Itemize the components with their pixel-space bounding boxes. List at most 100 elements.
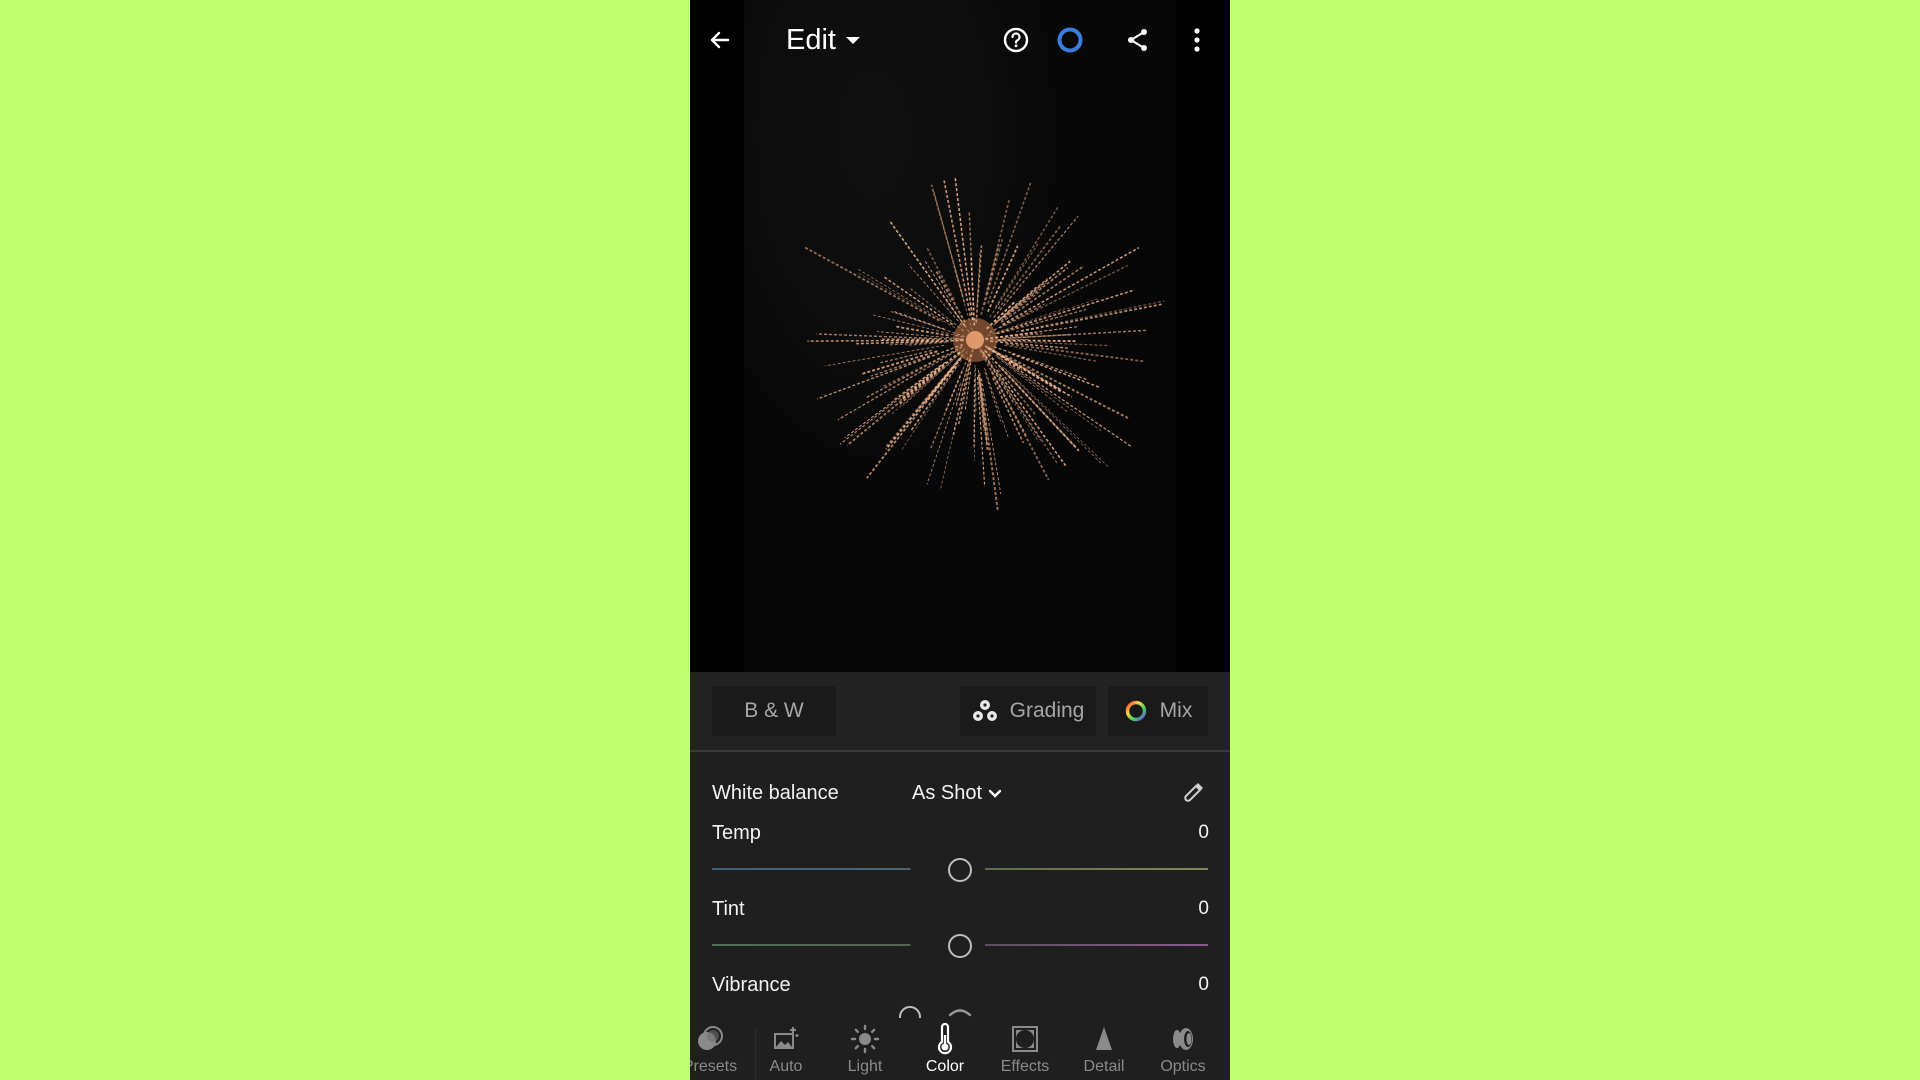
firework-spark — [983, 237, 1004, 305]
firework-spark — [839, 363, 945, 445]
firework-spark — [1003, 329, 1148, 340]
tab-effects[interactable]: Effects — [990, 1018, 1060, 1080]
tab-effects-label: Effects — [1000, 1058, 1050, 1075]
firework-spark — [943, 180, 972, 316]
eyedropper-icon — [1184, 783, 1203, 802]
back-button[interactable] — [700, 20, 740, 60]
color-mix-wheel-icon — [1125, 700, 1146, 722]
firework-spark — [908, 264, 962, 326]
help-icon — [1003, 27, 1029, 53]
tab-color-label: Color — [925, 1058, 965, 1075]
vibrance-value: 0 — [1198, 974, 1209, 995]
vibrance-slider-thumb[interactable] — [899, 1006, 921, 1018]
sync-status-icon — [1057, 27, 1083, 53]
bw-label: B & W — [744, 699, 804, 722]
share-icon — [1128, 29, 1147, 51]
tint-slider-thumb[interactable] — [948, 934, 972, 958]
temp-slider[interactable] — [712, 854, 1208, 884]
firework-spark — [900, 351, 961, 401]
tab-auto[interactable]: Auto — [751, 1018, 821, 1080]
firework-spark — [1003, 267, 1069, 319]
firework-spark — [1015, 300, 1165, 332]
white-balance-eyedropper-button[interactable] — [1178, 776, 1210, 808]
photo-image — [744, 0, 1176, 672]
firework-spark — [909, 287, 965, 332]
firework-spark — [1003, 285, 1039, 316]
tab-presets[interactable]: Presets — [690, 1018, 745, 1080]
firework-spark — [954, 176, 974, 321]
mix-button[interactable]: Mix — [1108, 686, 1208, 736]
firework-spark — [846, 368, 941, 446]
firework-spark — [935, 271, 966, 323]
firework-spark — [926, 383, 961, 485]
firework-spark — [984, 368, 1009, 439]
grading-label: Grading — [1009, 699, 1085, 722]
white-balance-dropdown[interactable]: As Shot — [912, 782, 1002, 805]
firework-spark — [884, 358, 960, 449]
chevron-down-icon — [988, 789, 1002, 798]
firework-spark — [999, 265, 1129, 329]
tint-label: Tint — [712, 898, 745, 920]
firework-spark — [975, 245, 983, 323]
tab-optics-label: Optics — [1160, 1058, 1206, 1075]
grading-button[interactable]: Grading — [960, 686, 1096, 736]
presets-icon — [698, 1026, 723, 1050]
panel-expand-handle[interactable] — [946, 1004, 974, 1018]
firework-spark — [803, 246, 941, 322]
vibrance-label: Vibrance — [712, 974, 791, 996]
sync-status-button[interactable] — [1050, 20, 1090, 60]
auto-icon — [774, 1027, 799, 1049]
firework-spark — [883, 276, 954, 326]
tab-auto-label: Auto — [769, 1058, 803, 1075]
chevron-up-icon — [948, 1009, 972, 1017]
firework-spark — [1004, 354, 1130, 420]
more-vertical-icon — [1194, 28, 1200, 52]
firework-spark — [870, 355, 930, 377]
detail-triangle-icon — [1096, 1027, 1112, 1050]
firework-spark — [1001, 246, 1140, 326]
photo-canvas[interactable] — [690, 0, 1230, 672]
firework-spark — [994, 207, 1059, 308]
firework-spark — [987, 245, 1019, 313]
firework-spark — [870, 313, 964, 338]
tab-detail[interactable]: Detail — [1069, 1018, 1139, 1080]
tab-light[interactable]: Light — [830, 1018, 900, 1080]
firework-spark — [995, 354, 1049, 395]
white-balance-label: White balance — [712, 782, 839, 804]
optics-lens-icon — [1173, 1028, 1193, 1050]
bw-button[interactable]: B & W — [712, 686, 836, 736]
firework-spark — [860, 350, 938, 376]
light-sun-icon — [850, 1024, 880, 1054]
firework-image — [803, 176, 1165, 512]
firework-spark — [910, 365, 958, 431]
temp-value: 0 — [1198, 822, 1209, 843]
firework-spark — [844, 361, 946, 439]
firework-spark — [968, 212, 975, 311]
mix-label: Mix — [1159, 699, 1193, 722]
more-options-button[interactable] — [1177, 20, 1217, 60]
temp-slider-thumb[interactable] — [948, 858, 972, 882]
share-button[interactable] — [1118, 20, 1158, 60]
firework-spark — [1002, 366, 1102, 464]
firework-spark — [979, 349, 1050, 481]
firework-spark — [924, 259, 952, 303]
white-balance-value: As Shot — [912, 782, 983, 804]
edit-mode-dropdown[interactable]: Edit — [786, 20, 860, 60]
tint-slider[interactable] — [712, 930, 1208, 960]
tab-optics[interactable]: Optics — [1148, 1018, 1218, 1080]
firework-spark — [985, 244, 1000, 295]
color-mode-bar: B & W Grading Mix — [690, 672, 1230, 750]
page-title: Edit — [786, 23, 836, 56]
panel-divider — [690, 750, 1230, 752]
back-arrow-icon — [710, 31, 730, 49]
firework-spark — [987, 307, 1065, 336]
color-thermometer-icon — [937, 1023, 953, 1055]
grading-wheels-icon — [972, 700, 997, 721]
tab-color[interactable]: Color — [910, 1018, 980, 1080]
firework-spark — [997, 339, 1076, 342]
tab-detail-label: Detail — [1083, 1058, 1125, 1075]
tab-presets-label: Presets — [690, 1058, 738, 1075]
firework-center — [966, 331, 984, 349]
help-button[interactable] — [996, 20, 1036, 60]
effects-vignette-icon — [1012, 1026, 1038, 1052]
